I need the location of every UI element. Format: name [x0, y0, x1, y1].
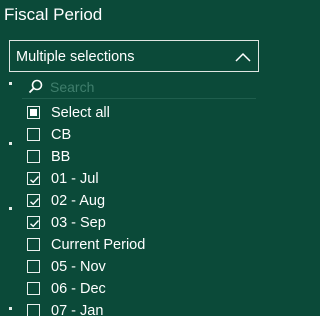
slicer-item-label: 03 - Sep	[51, 215, 106, 231]
fiscal-period-slicer: Fiscal Period Multiple selections Select…	[0, 0, 264, 316]
checkmark-icon	[30, 176, 40, 184]
checkbox-checked[interactable]	[27, 172, 40, 185]
search-input[interactable]	[50, 77, 250, 97]
checkbox-checked[interactable]	[27, 216, 40, 229]
checkbox[interactable]	[27, 128, 40, 141]
slicer-item[interactable]: 06 - Dec	[22, 279, 256, 301]
slicer-item[interactable]: Current Period	[22, 235, 256, 257]
slicer-item[interactable]: 05 - Nov	[22, 257, 256, 279]
checkbox[interactable]	[27, 304, 40, 316]
search-row	[22, 76, 256, 99]
edge-mark	[9, 207, 12, 210]
search-icon	[28, 79, 43, 94]
slicer-item-label: Current Period	[51, 237, 146, 253]
slicer-item-label: BB	[51, 149, 71, 165]
slicer-item-label: 01 - Jul	[51, 171, 99, 187]
edge-mark	[9, 142, 12, 145]
slicer-item-label: Select all	[51, 105, 110, 121]
slicer-item-label: 02 - Aug	[51, 193, 106, 209]
slicer-item-label: CB	[51, 127, 72, 143]
slicer-item[interactable]: Select all	[22, 103, 256, 125]
slicer-item[interactable]: 03 - Sep	[22, 213, 256, 235]
checkmark-icon	[30, 198, 40, 206]
fiscal-period-dropdown[interactable]: Multiple selections	[9, 40, 259, 72]
edge-mark	[9, 82, 12, 85]
checkbox[interactable]	[27, 260, 40, 273]
slicer-item-label: 05 - Nov	[51, 259, 106, 275]
slicer-item[interactable]: CB	[22, 125, 256, 147]
dropdown-selected-value: Multiple selections	[16, 49, 135, 65]
slicer-item[interactable]: 02 - Aug	[22, 191, 256, 213]
checkbox-checked[interactable]	[27, 194, 40, 207]
slicer-item[interactable]: 01 - Jul	[22, 169, 256, 191]
checkbox[interactable]	[27, 238, 40, 251]
checkmark-icon	[30, 220, 40, 228]
chevron-up-icon	[235, 50, 251, 62]
slicer-item[interactable]: 07 - Jan	[22, 301, 256, 316]
slicer-item-label: 07 - Jan	[51, 303, 104, 316]
checkbox[interactable]	[27, 150, 40, 163]
slicer-title: Fiscal Period	[4, 5, 103, 24]
slicer-item[interactable]: BB	[22, 147, 256, 169]
slicer-item-label: 06 - Dec	[51, 281, 106, 297]
checkbox[interactable]	[27, 282, 40, 295]
slicer-item-list: Select all CB BB 01 - Jul 02 - Aug 03 - Sep Cu…	[22, 103, 256, 316]
panel-edge-marks	[9, 82, 12, 316]
edge-mark	[9, 307, 12, 310]
checkbox-partial[interactable]	[27, 106, 40, 119]
